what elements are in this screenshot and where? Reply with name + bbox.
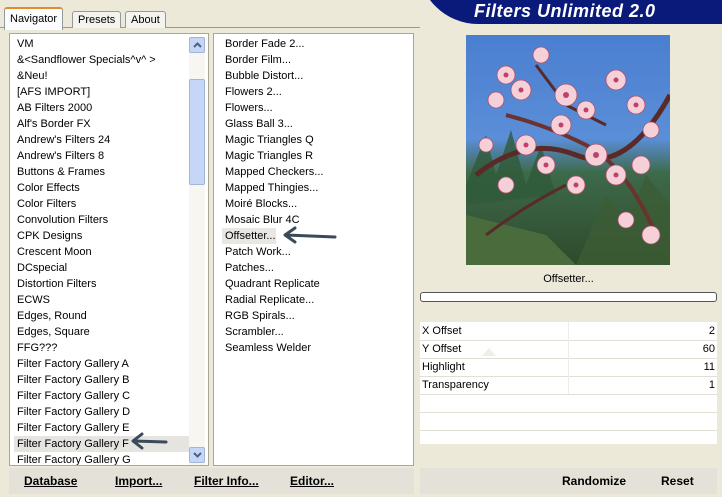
category-item[interactable]: CPK Designs [17, 228, 82, 244]
category-item[interactable]: &Neu! [17, 68, 48, 84]
tab-presets[interactable]: Presets [72, 11, 122, 28]
category-item[interactable]: Alf's Border FX [17, 116, 91, 132]
category-item[interactable]: &<Sandflower Specials^v^ > [17, 52, 156, 68]
param-row-x-offset[interactable]: X Offset 2 [420, 322, 717, 341]
filter-item[interactable]: Scrambler... [225, 324, 284, 340]
param-value: 11 [703, 361, 715, 373]
filter-item[interactable]: Flowers... [225, 100, 273, 116]
category-item[interactable]: Color Filters [17, 196, 76, 212]
param-name: Highlight [422, 361, 465, 373]
category-item[interactable]: Andrew's Filters 8 [17, 148, 104, 164]
category-scrollbar[interactable] [189, 37, 205, 465]
category-item[interactable]: Convolution Filters [17, 212, 108, 228]
filter-item[interactable]: Patch Work... [225, 244, 291, 260]
app-title: Filters Unlimited 2.0 [474, 1, 656, 21]
category-item[interactable]: Filter Factory Gallery B [17, 372, 129, 388]
tab-bar: Navigator Presets About [0, 0, 420, 30]
filter-item[interactable]: Quadrant Replicate [225, 276, 320, 292]
category-item[interactable]: Edges, Square [17, 324, 90, 340]
category-item[interactable]: Filter Factory Gallery A [17, 356, 129, 372]
filter-item[interactable]: Border Fade 2... [225, 36, 305, 52]
randomize-button[interactable]: Randomize [562, 474, 626, 488]
reset-button[interactable]: Reset [661, 474, 694, 488]
param-row-transparency[interactable]: Transparency 1 [420, 376, 717, 395]
filter-item[interactable]: RGB Spirals... [225, 308, 295, 324]
tab-navigator[interactable]: Navigator [4, 7, 64, 30]
selected-filter-label: Offsetter... [543, 273, 594, 285]
slider-thumb-icon [482, 348, 496, 356]
param-value: 2 [708, 325, 715, 337]
slider-tick [568, 376, 569, 394]
slider-tick [568, 358, 569, 376]
category-item[interactable]: Edges, Round [17, 308, 87, 324]
tab-about[interactable]: About [125, 11, 166, 28]
param-name: Y Offset [422, 343, 462, 355]
filter-item[interactable]: Offsetter... [222, 228, 276, 244]
category-item[interactable]: DCspecial [17, 260, 67, 276]
bottom-toolbar-left: Database Import... Filter Info... Editor… [9, 468, 414, 494]
arrow-left-icon [283, 226, 337, 244]
arrow-left-icon [131, 432, 168, 450]
category-item[interactable]: Filter Factory Gallery D [17, 404, 130, 420]
filter-item[interactable]: Bubble Distort... [225, 68, 303, 84]
scroll-up-button[interactable] [189, 37, 205, 53]
filter-item[interactable]: Patches... [225, 260, 274, 276]
database-button[interactable]: Database [24, 474, 77, 488]
param-value: 60 [702, 343, 715, 355]
scroll-down-button[interactable] [189, 447, 205, 463]
bottom-toolbar-right: Randomize Reset [420, 468, 717, 494]
category-item[interactable]: Filter Factory Gallery G [17, 452, 131, 465]
editor-button[interactable]: Editor... [290, 474, 334, 488]
param-row-empty [420, 430, 717, 444]
slider-tick [568, 322, 569, 340]
category-item[interactable]: [AFS IMPORT] [17, 84, 90, 100]
category-item[interactable]: Andrew's Filters 24 [17, 132, 110, 148]
category-item[interactable]: Distortion Filters [17, 276, 96, 292]
filter-item[interactable]: Flowers 2... [225, 84, 282, 100]
filter-item[interactable]: Border Film... [225, 52, 291, 68]
filter-list[interactable]: Border Fade 2... Border Film... Bubble Dis… [213, 33, 414, 466]
category-item[interactable]: Filter Factory Gallery C [17, 388, 130, 404]
param-row-highlight[interactable]: Highlight 11 [420, 358, 717, 377]
filter-item[interactable]: Magic Triangles Q [225, 132, 314, 148]
param-name: Transparency [422, 379, 489, 391]
category-item[interactable]: Buttons & Frames [17, 164, 105, 180]
filter-item[interactable]: Mapped Thingies... [225, 180, 318, 196]
category-item[interactable]: Filter Factory Gallery E [17, 420, 129, 436]
filter-item[interactable]: Glass Ball 3... [225, 116, 293, 132]
param-row-empty [420, 394, 717, 413]
filter-item[interactable]: Seamless Welder [225, 340, 311, 356]
category-item[interactable]: Color Effects [17, 180, 80, 196]
param-row-empty [420, 412, 717, 431]
category-item[interactable]: FFG??? [17, 340, 57, 356]
app-banner: Filters Unlimited 2.0 [418, 0, 722, 24]
filter-info-button[interactable]: Filter Info... [194, 474, 259, 488]
category-list[interactable]: VM &<Sandflower Specials^v^ > &Neu! [AFS IM… [9, 33, 209, 466]
category-item[interactable]: VM [17, 36, 34, 52]
category-item[interactable]: Crescent Moon [17, 244, 92, 260]
filter-item[interactable]: Mapped Checkers... [225, 164, 323, 180]
import-button[interactable]: Import... [115, 474, 162, 488]
chevron-down-icon [193, 452, 202, 458]
param-value: 1 [708, 379, 715, 391]
preview-area [420, 33, 717, 269]
chevron-up-icon [193, 42, 202, 48]
progress-bar [420, 292, 717, 302]
category-item[interactable]: AB Filters 2000 [17, 100, 92, 116]
parameters-panel: X Offset 2 Y Offset 60 Highlight 11 Tran… [420, 322, 717, 444]
filter-item[interactable]: Radial Replicate... [225, 292, 314, 308]
filter-item[interactable]: Magic Triangles R [225, 148, 313, 164]
scroll-thumb[interactable] [189, 79, 205, 185]
param-row-y-offset[interactable]: Y Offset 60 [420, 340, 717, 359]
slider-tick [568, 340, 569, 358]
param-name: X Offset [422, 325, 462, 337]
filter-item[interactable]: Moiré Blocks... [225, 196, 297, 212]
category-item[interactable]: ECWS [17, 292, 50, 308]
preview-image [466, 35, 670, 265]
